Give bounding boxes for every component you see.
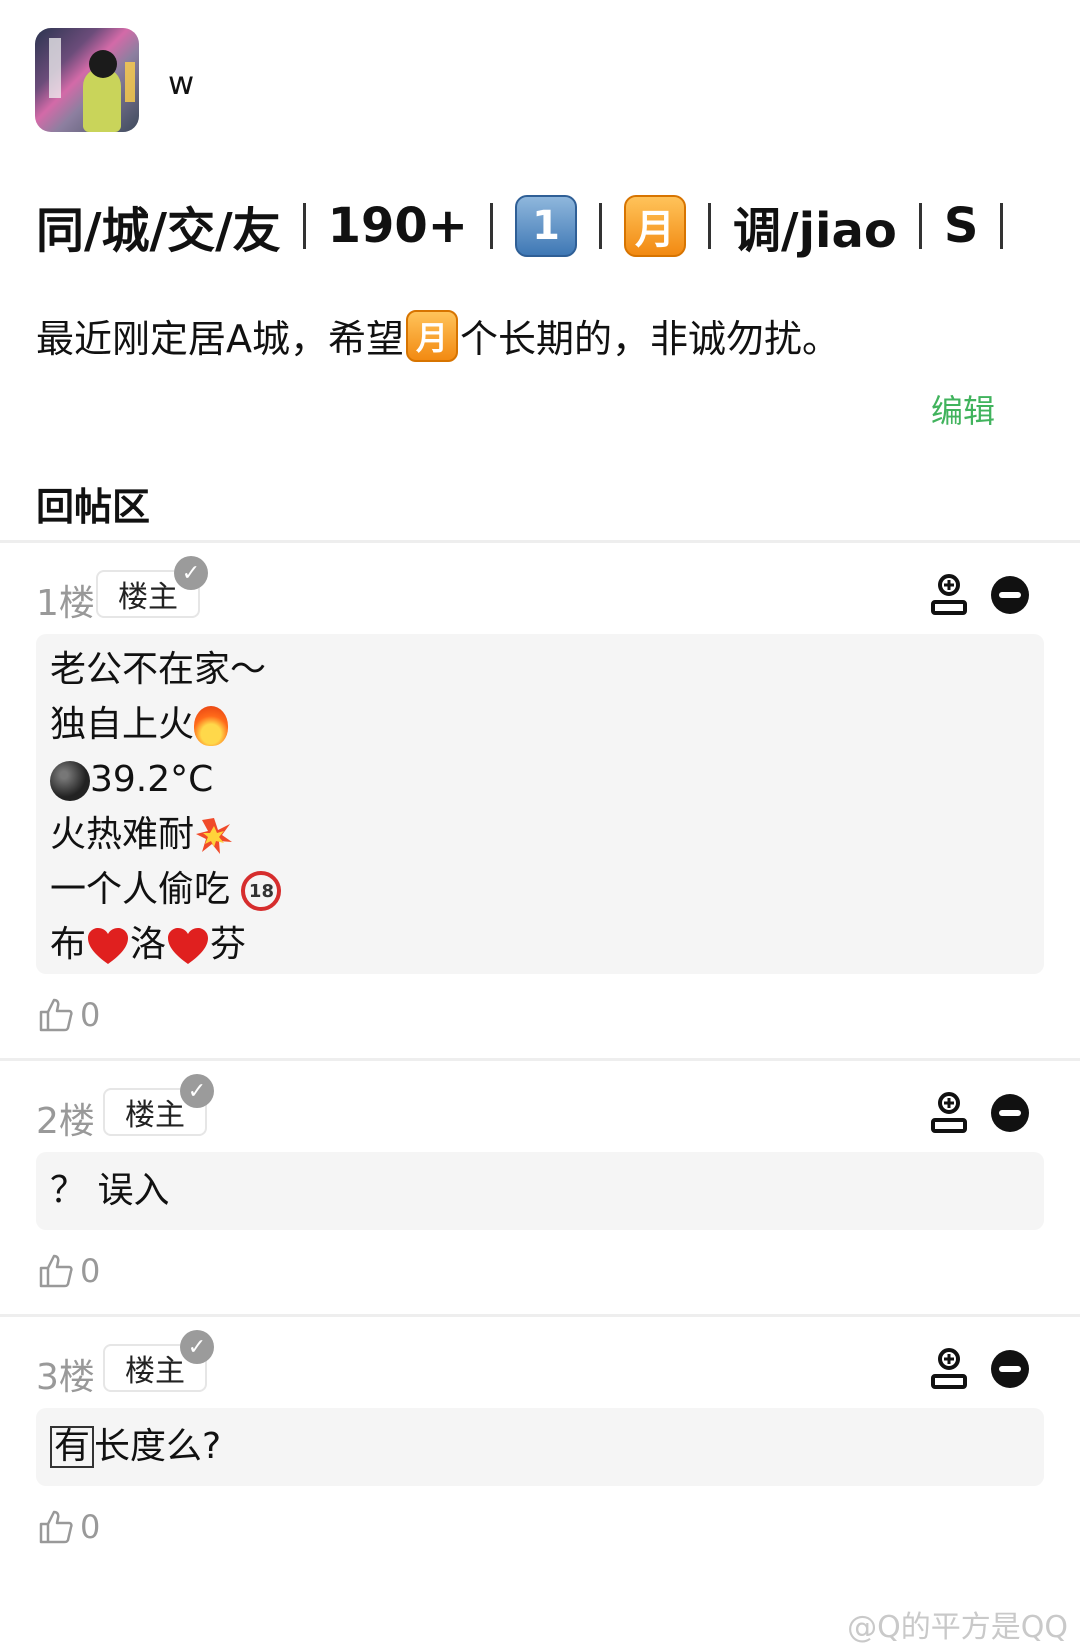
thumbs-up-icon <box>39 1510 73 1544</box>
divider <box>0 1314 1080 1317</box>
title-part-height: 190+ <box>327 198 469 254</box>
reply-content: 有长度么? <box>36 1408 1044 1486</box>
collision-emoji <box>196 818 233 854</box>
fire-emoji <box>194 706 229 746</box>
like-count: 0 <box>80 1252 101 1290</box>
post-title: 同/城/交/友 190+ 1 月 调/jiao S <box>36 188 1025 264</box>
reply-line-text: 39.2°C <box>90 759 214 800</box>
reply-line: 独自上火 <box>50 697 1030 752</box>
add-user-icon[interactable] <box>930 574 968 616</box>
red-heart-emoji <box>168 928 209 964</box>
reply-line-text: 洛 <box>130 924 167 965</box>
thumbs-up-icon <box>39 1254 73 1288</box>
reply-line: 老公不在家～ <box>50 642 1030 697</box>
title-part-tiao: 调/jiao <box>733 203 897 259</box>
month-badge-emoji: 月 <box>406 309 458 362</box>
title-separator <box>599 203 603 249</box>
desc-text-start: 最近刚定居A城，希望 <box>36 317 404 361</box>
reply-line: 一个人偷吃 18 <box>50 862 1030 917</box>
check-badge-icon: ✓ <box>180 1330 214 1364</box>
floor-label: 2楼 <box>36 1101 95 1142</box>
title-part-city: 同/城/交/友 <box>36 203 281 259</box>
bomb-emoji <box>50 761 90 801</box>
edit-link[interactable]: 编辑 <box>931 386 995 432</box>
reply-content: 老公不在家～ 独自上火 39.2°C 火热难耐 一个人偷吃 18 布 洛 芬 <box>36 634 1044 974</box>
boxed-character: 有 <box>50 1426 95 1468</box>
floor-label: 1楼 <box>36 583 95 624</box>
reply-line-text: 火热难耐 <box>50 814 195 855</box>
reply-section-title: 回帖区 <box>36 485 151 529</box>
minus-circle-icon[interactable] <box>991 576 1029 614</box>
check-badge-icon: ✓ <box>174 556 208 590</box>
keycap-one-emoji: 1 <box>515 195 578 257</box>
add-user-icon[interactable] <box>930 1092 968 1134</box>
reply-line-text: 芬 <box>210 924 247 965</box>
check-badge-icon: ✓ <box>180 1074 214 1108</box>
like-button[interactable]: 0 <box>38 1252 100 1290</box>
title-separator <box>490 203 494 249</box>
title-part-s: S <box>943 198 979 254</box>
red-heart-emoji <box>88 928 129 964</box>
divider <box>0 1058 1080 1061</box>
minus-circle-icon[interactable] <box>991 1350 1029 1388</box>
reply-line-text: 布 <box>50 924 87 965</box>
like-count: 0 <box>80 1508 101 1546</box>
add-user-icon[interactable] <box>930 1348 968 1390</box>
no-under-18-emoji: 18 <box>241 871 282 911</box>
reply-line-text: 老公不在家～ <box>50 649 267 690</box>
reply-line: 布洛芬 <box>50 917 1030 972</box>
floor-label: 3楼 <box>36 1357 95 1398</box>
reply-line-text: 独自上火 <box>50 704 195 745</box>
watermark: @Q的平方是QQ <box>847 1610 1068 1645</box>
avatar[interactable] <box>35 28 139 132</box>
reply-line-text: 长度么? <box>94 1426 222 1467</box>
title-separator <box>302 203 306 249</box>
like-button[interactable]: 0 <box>38 996 100 1034</box>
title-separator <box>1000 203 1004 249</box>
reply-content: ？ 误入 <box>36 1152 1044 1230</box>
thumbs-up-icon <box>39 998 73 1032</box>
like-button[interactable]: 0 <box>38 1508 100 1546</box>
title-separator <box>708 203 712 249</box>
reply-line-text: 一个人偷吃 <box>50 869 242 910</box>
username[interactable]: w <box>168 64 194 102</box>
reply-line: 39.2°C <box>50 752 1030 807</box>
post-description: 最近刚定居A城，希望 月 个长期的，非诚勿扰。 <box>36 308 840 363</box>
divider <box>0 540 1080 543</box>
minus-circle-icon[interactable] <box>991 1094 1029 1132</box>
desc-text-end: 个长期的，非诚勿扰。 <box>460 317 841 361</box>
month-badge-emoji: 月 <box>624 195 687 257</box>
reply-line: 火热难耐 <box>50 807 1030 862</box>
title-separator <box>918 203 922 249</box>
like-count: 0 <box>80 996 101 1034</box>
